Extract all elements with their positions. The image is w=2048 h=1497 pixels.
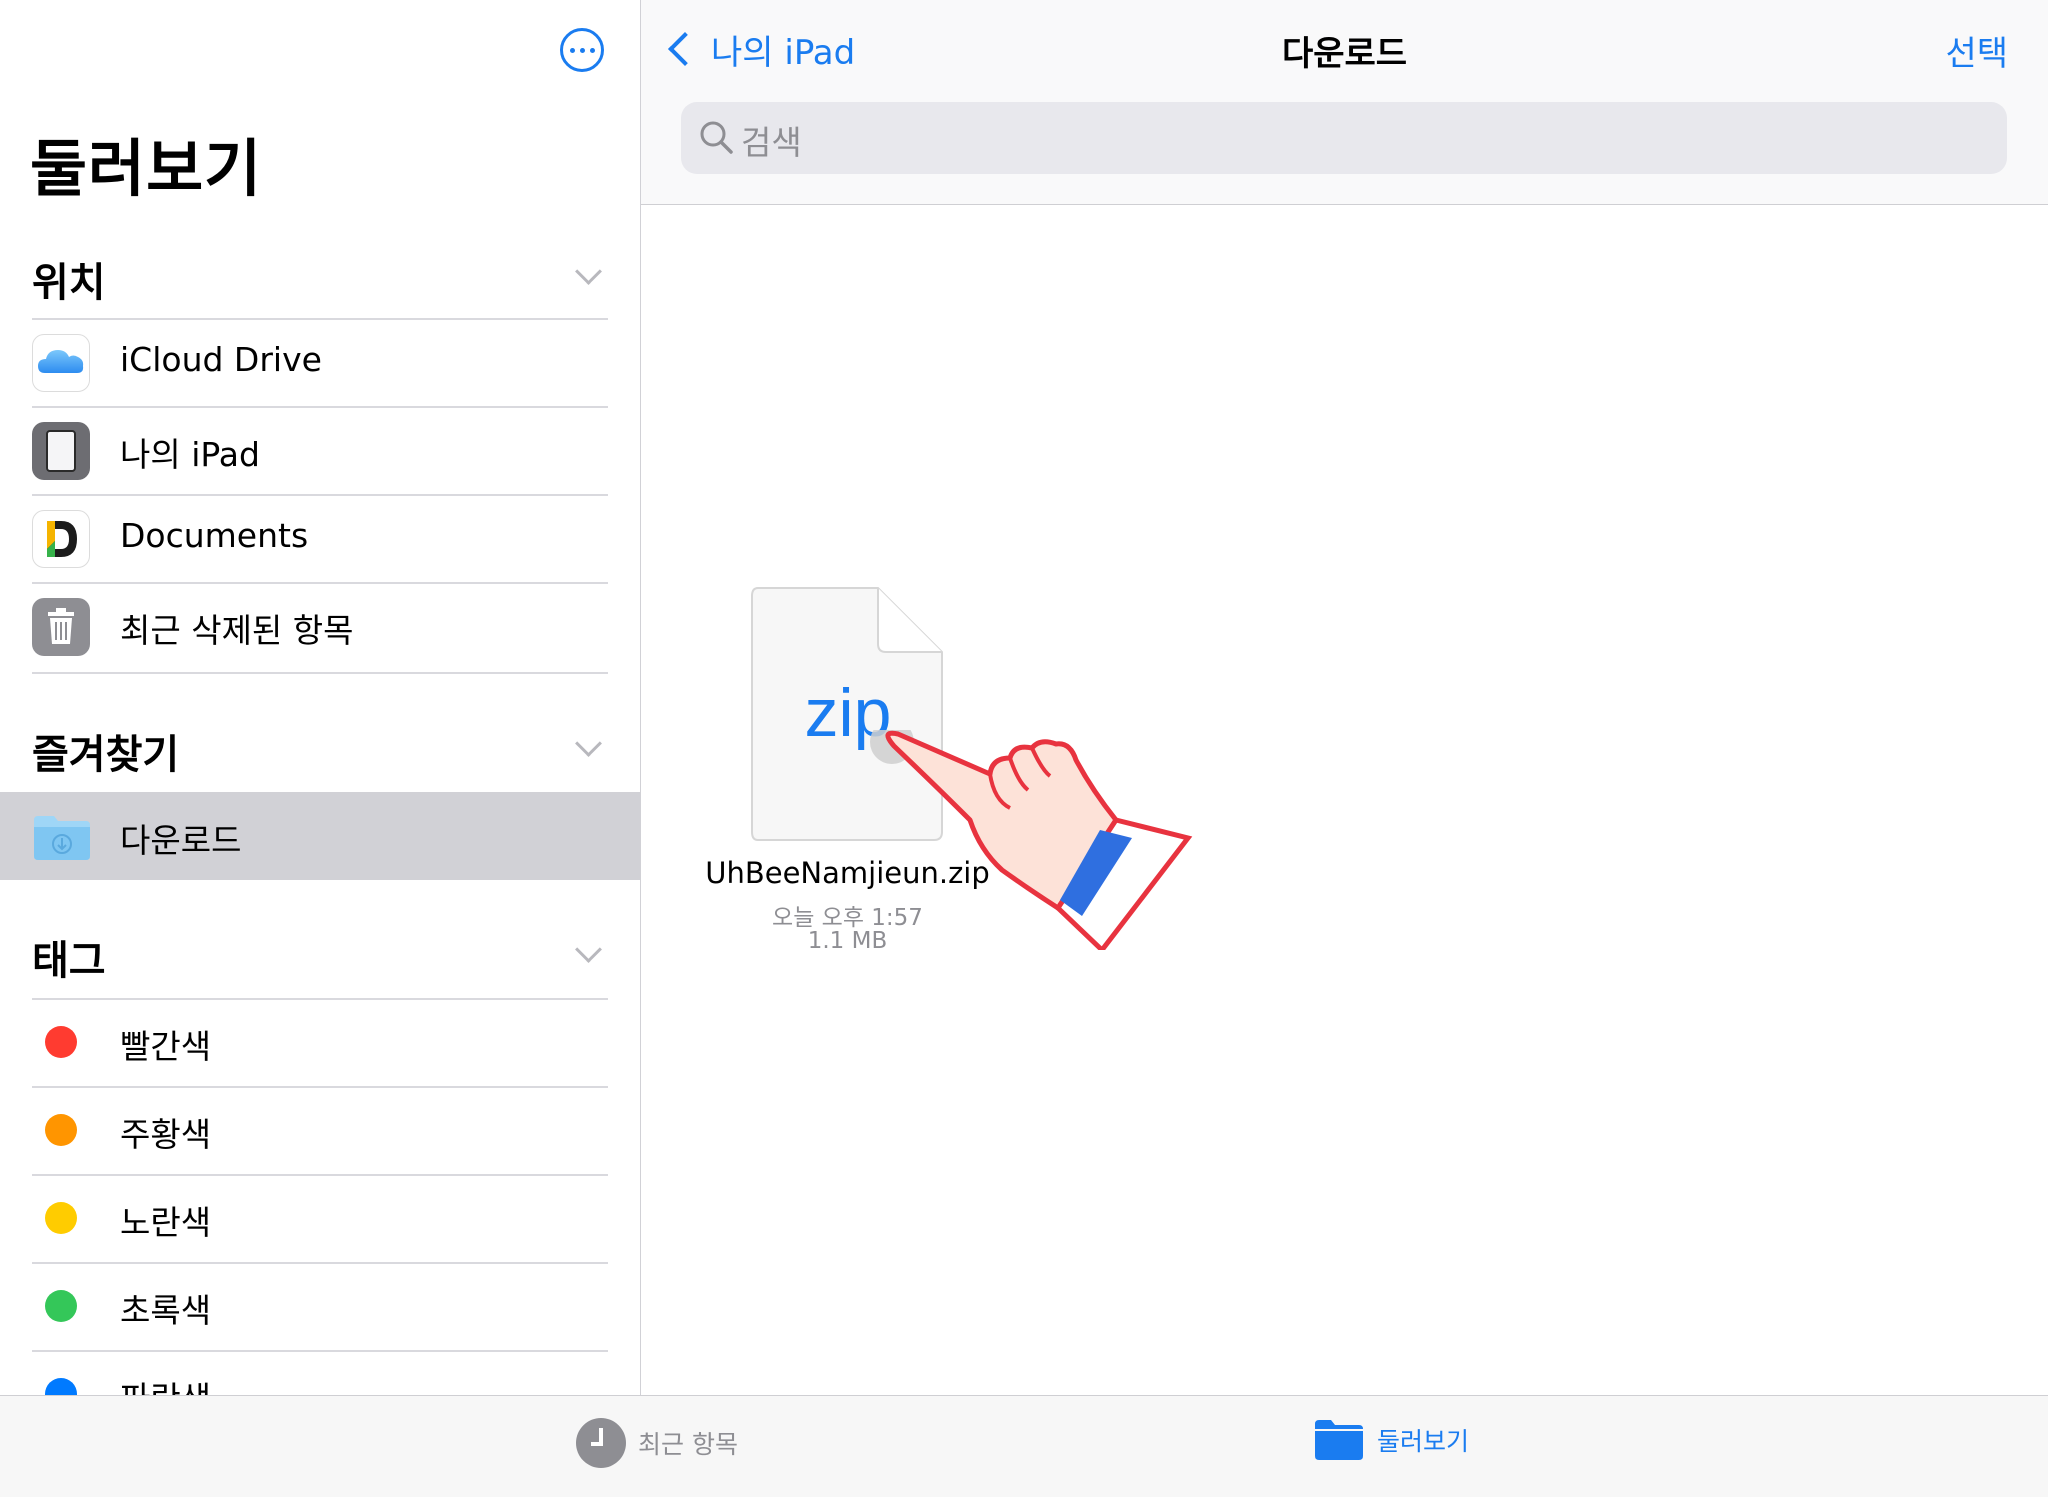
- search-icon: [700, 121, 733, 154]
- page-title: 다운로드: [1281, 34, 1408, 74]
- select-button[interactable]: 선택: [1945, 26, 2008, 75]
- sidebar-item-label: 노란색: [120, 1203, 212, 1242]
- section-header-locations[interactable]: 위치: [32, 240, 608, 310]
- tap-hand-icon: [870, 730, 1193, 950]
- sidebar-item-tag-green[interactable]: 초록색: [0, 1262, 640, 1350]
- tab-label: 둘러보기: [1377, 1427, 1470, 1456]
- tag-color-dot: [45, 1290, 77, 1322]
- tag-color-dot: [45, 1114, 77, 1146]
- sidebar-item-label: 다운로드: [120, 821, 242, 860]
- chevron-down-icon: [575, 936, 602, 963]
- tag-color-dot: [45, 1026, 77, 1058]
- sidebar-item-tag-yellow[interactable]: 노란색: [0, 1174, 640, 1262]
- tab-recents[interactable]: 최근 항목: [576, 1418, 738, 1468]
- sidebar-item-label: 주황색: [120, 1115, 212, 1154]
- sidebar-item-label: 빨간색: [120, 1027, 212, 1066]
- clock-icon: [576, 1418, 626, 1468]
- sidebar-item-downloads[interactable]: 다운로드: [0, 792, 640, 880]
- sidebar-item-documents[interactable]: Documents: [0, 494, 640, 582]
- sidebar-item-label: 나의 iPad: [120, 435, 260, 474]
- documents-app-icon: [32, 510, 90, 568]
- sidebar: 둘러보기 위치 iCloud Drive 나의 iPad Documents 최…: [0, 0, 641, 1395]
- folder-icon: [1315, 1420, 1363, 1460]
- navigation-bar: 나의 iPad 다운로드 선택 검색: [641, 0, 2048, 205]
- section-label: 위치: [32, 260, 106, 306]
- sidebar-item-icloud-drive[interactable]: iCloud Drive: [0, 318, 640, 406]
- icloud-icon: [32, 334, 90, 392]
- sidebar-item-label: 파란색: [120, 1372, 211, 1395]
- sidebar-title: 둘러보기: [30, 132, 263, 205]
- section-label: 즐겨찾기: [32, 732, 180, 778]
- downloads-folder-icon: [32, 808, 90, 866]
- sidebar-item-label: Documents: [120, 516, 309, 555]
- tag-color-dot: [45, 1202, 77, 1234]
- sidebar-item-label: 초록색: [120, 1291, 212, 1330]
- sidebar-item-tag-blue[interactable]: 파란색: [0, 1350, 640, 1395]
- section-header-favorites[interactable]: 즐겨찾기: [32, 712, 608, 782]
- sidebar-item-tag-red[interactable]: 빨간색: [0, 998, 640, 1086]
- chevron-down-icon: [575, 730, 602, 757]
- ipad-icon: [32, 422, 90, 480]
- search-placeholder: 검색: [741, 123, 802, 162]
- sidebar-item-label: 최근 삭제된 항목: [120, 611, 354, 650]
- tab-browse[interactable]: 둘러보기: [1313, 1418, 1469, 1462]
- sidebar-item-tag-orange[interactable]: 주황색: [0, 1086, 640, 1174]
- sidebar-item-recently-deleted[interactable]: 최근 삭제된 항목: [0, 582, 640, 670]
- sidebar-item-my-ipad[interactable]: 나의 iPad: [0, 406, 640, 494]
- tag-color-dot: [45, 1378, 77, 1395]
- section-header-tags[interactable]: 태그: [32, 918, 608, 988]
- search-input[interactable]: 검색: [681, 102, 2007, 174]
- more-options-button[interactable]: [560, 28, 604, 72]
- sidebar-item-label: iCloud Drive: [120, 340, 322, 379]
- section-label: 태그: [32, 938, 106, 984]
- chevron-down-icon: [575, 258, 602, 285]
- tab-bar: 최근 항목 둘러보기: [0, 1395, 2048, 1497]
- trash-icon: [32, 598, 90, 656]
- tab-label: 최근 항목: [638, 1430, 738, 1459]
